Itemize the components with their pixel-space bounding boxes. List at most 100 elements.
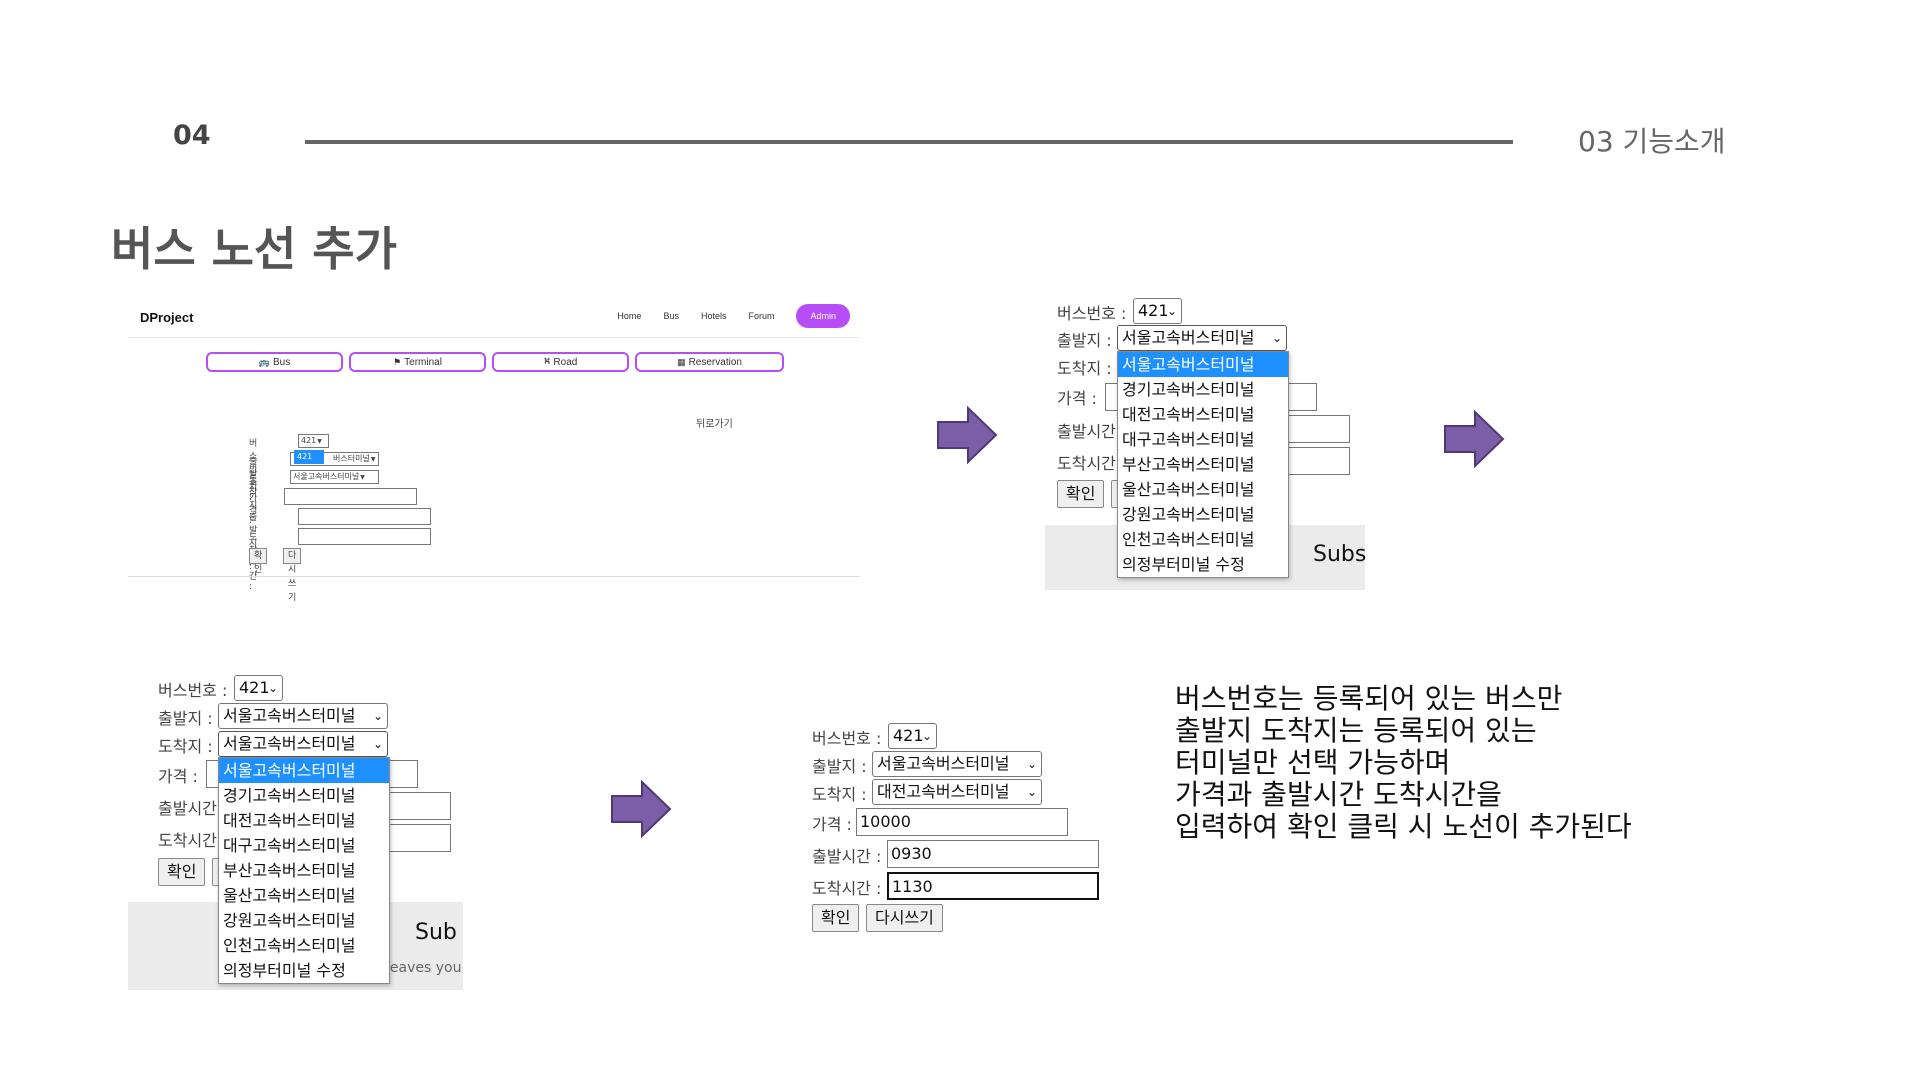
input-arrive-time[interactable]: 1130 [887,872,1099,900]
tab-reservation[interactable]: ▦ Reservation [635,352,784,372]
screenshot-departure-dropdown: Subs Subs 버스번호 : 421⌄ 출발지 : 서울고속버스터미널⌄ 도… [1045,295,1366,590]
label-arrival: 도착지 : [1057,359,1112,378]
nav-admin[interactable]: Admin [796,304,850,328]
brand-logo[interactable]: DProject [140,310,193,325]
label-price: 가격 : [812,815,852,834]
tab-reservation-label: Reservation [688,356,742,368]
label-arrive-time: 도착시간 : [1057,454,1120,473]
select-arrival[interactable]: 대전고속버스터미널 ⌄ [872,779,1042,805]
back-link[interactable]: 뒤로가기 [696,415,733,430]
nav-divider [128,337,860,338]
screenshot-arrival-dropdown: Sub leaves you 버스번호 : 421 ⌄ 출발지 : 서울고속버스터… [128,670,463,990]
partial-footer-text: Sub [415,920,457,945]
confirm-button[interactable]: 확인 [158,858,206,886]
select-bus-number[interactable]: 421 ⌄ [234,675,283,701]
description-line: 버스번호는 등록되어 있는 버스만 [1175,682,1563,715]
dropdown-option[interactable]: 인천고속버스터미널 [219,933,389,958]
screenshot-filled-form: 버스번호 : 421 ⌄ 출발지 : 서울고속버스터미널 ⌄ 도착지 : 대전고속버… [810,720,1110,940]
select-arrival-value: 서울고속버스터미널 [293,472,360,481]
dropdown-option[interactable]: 인천고속버스터미널 [1118,527,1288,552]
dropdown-option[interactable]: 부산고속버스터미널 [1118,452,1288,477]
nav-forum[interactable]: Forum [748,311,774,321]
chevron-down-icon: ⌄ [1166,304,1177,318]
dropdown-option[interactable]: 울산고속버스터미널 [219,883,389,908]
page-bottom-divider [128,576,860,577]
dropdown-option[interactable]: 서울고속버스터미널 [219,758,389,783]
select-arrival-value: 대전고속버스터미널 [877,782,1010,801]
dropdown-option[interactable]: 부산고속버스터미널 [219,858,389,883]
chevron-down-icon: ⌄ [372,709,383,723]
description-line: 출발지 도착지는 등록되어 있는 [1175,714,1537,747]
label-arrive-time: 도착시간 : [158,831,221,850]
nav-bus[interactable]: Bus [663,311,679,321]
confirm-button[interactable]: 확인 [812,904,860,932]
select-departure[interactable]: 서울고속버스터미널 ⌄ [218,703,388,729]
nav-hotels[interactable]: Hotels [701,311,727,321]
reset-button[interactable]: 다시쓰기 [866,904,943,932]
tab-road[interactable]: ⛕ Road [492,352,629,372]
dropdown-option[interactable]: 대구고속버스터미널 [219,833,389,858]
road-icon: ⛕ [543,356,551,366]
dropdown-option[interactable]: 의정부터미널 수정 [219,958,389,983]
dropdown-option[interactable]: 의정부터미널 수정 [1118,552,1288,577]
select-bus-number-value: 421 [1138,301,1169,320]
input-price[interactable]: 10000 [856,808,1068,836]
label-depart-time: 출발시간 : [158,799,221,818]
page-number: 04 [173,120,211,151]
select-bus-number[interactable]: 421 ⌄ [888,723,937,749]
top-nav: Home Bus Hotels Forum Admin [595,304,850,328]
reset-button[interactable]: 다시쓰기 [283,548,302,603]
input-arrive-time[interactable] [298,528,431,545]
admin-tabs: 🚌 Bus ⚑ Terminal ⛕ Road ▦ Reservation [206,352,784,372]
select-departure[interactable]: 서울고속버스터미널 ⌄ [872,751,1042,777]
right-arrow-icon [1444,410,1505,468]
chevron-down-icon: ▼ [317,438,322,445]
dropdown-option[interactable]: 서울고속버스터미널 [1118,352,1288,377]
select-departure-value: 서울고속버스터미널 [1122,328,1255,347]
input-price[interactable] [284,488,417,505]
select-departure-value: 버스터미널 [333,454,370,463]
signpost-icon: ⚑ [393,356,402,367]
dropdown-option[interactable]: 강원고속버스터미널 [1118,502,1288,527]
bus-number-option-highlighted[interactable]: 421 [294,450,324,464]
dropdown-option[interactable]: 대구고속버스터미널 [1118,427,1288,452]
dropdown-option[interactable]: 울산고속버스터미널 [1118,477,1288,502]
description-line: 터미널만 선택 가능하며 [1175,746,1451,779]
select-departure[interactable]: 서울고속버스터미널 ⌄ [1117,325,1287,351]
chevron-down-icon: ⌄ [1026,757,1037,771]
select-bus-number-value: 421 [301,436,317,445]
right-arrow-icon [937,406,998,464]
calendar-icon: ▦ [677,356,686,367]
select-bus-number[interactable]: 421▼ [298,434,329,448]
chevron-down-icon: ⌄ [372,737,383,751]
chevron-down-icon: ⌄ [921,729,932,743]
label-bus-number: 버스번호 : [1057,304,1127,323]
confirm-button[interactable]: 확인 [1057,480,1105,508]
dropdown-option[interactable]: 경기고속버스터미널 [219,783,389,808]
select-bus-number[interactable]: 421 ⌄ [1133,298,1182,324]
label-depart-time: 출발시간 : [812,847,882,866]
select-arrival[interactable]: 서울고속버스터미널▼ [290,470,379,484]
chevron-down-icon: ⌄ [1026,785,1037,799]
label-price: 가격 : [158,767,198,786]
dropdown-option[interactable]: 강원고속버스터미널 [219,908,389,933]
section-title: 03 기능소개 [1578,125,1726,158]
dropdown-option[interactable]: 대전고속버스터미널 [1118,402,1288,427]
screenshot-admin-page: DProject Home Bus Hotels Forum Admin 🚌 B… [128,298,860,603]
label-bus-number: 버스번호 : [158,681,228,700]
input-depart-time[interactable] [298,508,431,525]
tab-terminal[interactable]: ⚑ Terminal [349,352,486,372]
select-arrival[interactable]: 서울고속버스터미널 ⌄ [218,731,388,757]
input-depart-time[interactable]: 0930 [887,840,1099,868]
confirm-button[interactable]: 확인 [249,548,268,575]
select-departure-value: 서울고속버스터미널 [877,754,1010,773]
dropdown-option[interactable]: 대전고속버스터미널 [219,808,389,833]
tab-bus[interactable]: 🚌 Bus [206,352,343,372]
chevron-down-icon: ⌄ [1271,331,1282,345]
nav-home[interactable]: Home [617,311,641,321]
dropdown-option[interactable]: 경기고속버스터미널 [1118,377,1288,402]
description-line: 입력하여 확인 클릭 시 노선이 추가된다 [1175,810,1632,843]
label-departure: 출발지 : [158,709,213,728]
label-price: 가격 : [1057,389,1097,408]
select-arrival-value: 서울고속버스터미널 [223,734,356,753]
